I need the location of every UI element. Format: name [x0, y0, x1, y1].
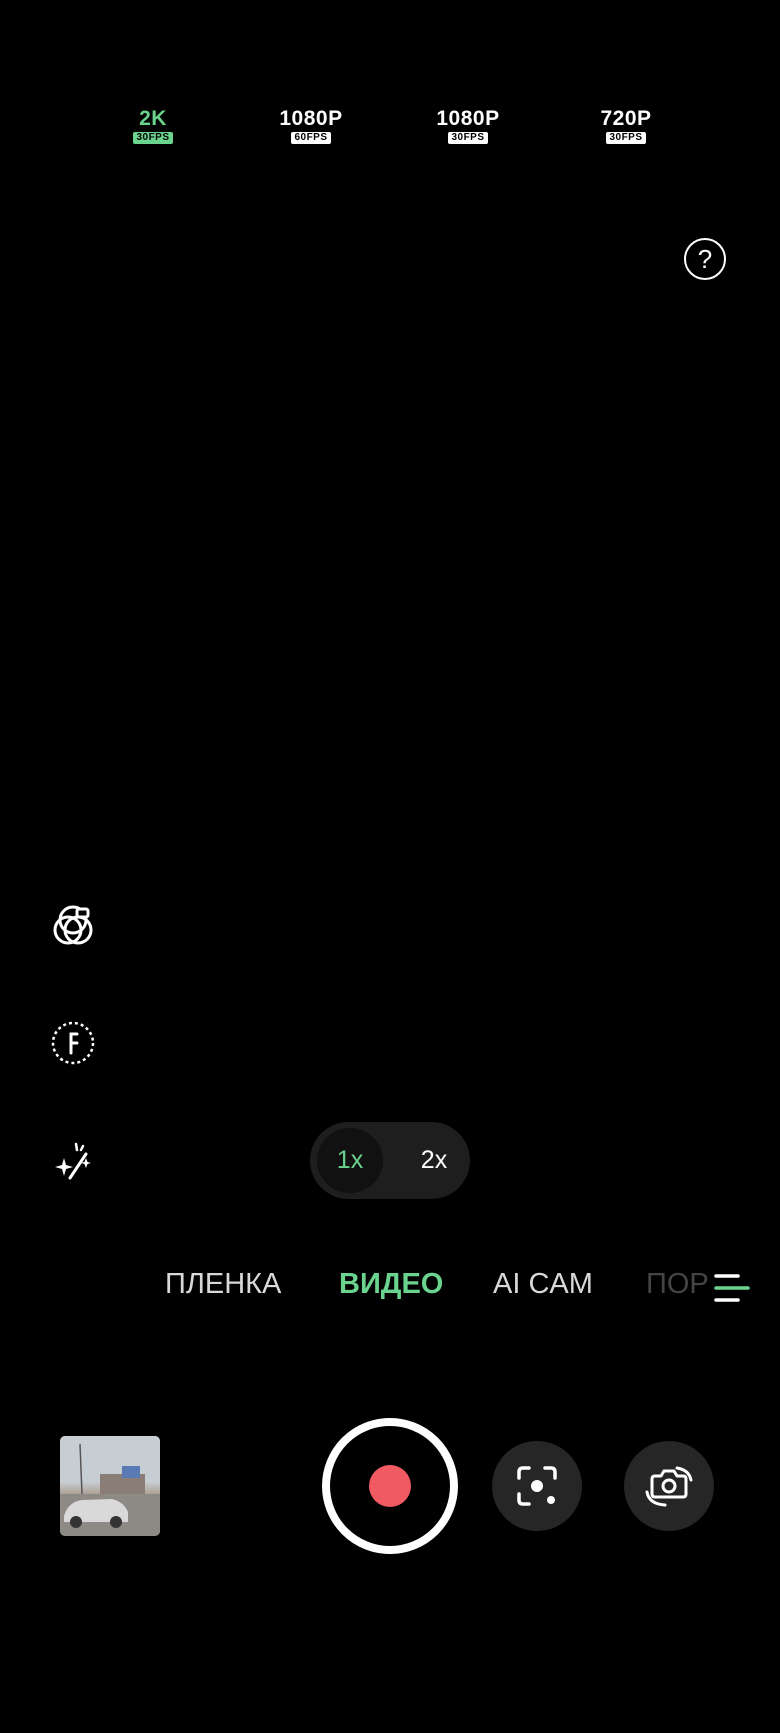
filter-icon[interactable] — [50, 902, 96, 948]
fps-label: 60FPS — [291, 132, 331, 144]
mode-ai-cam[interactable]: AI CAM — [493, 1268, 593, 1301]
gallery-thumbnail[interactable] — [60, 1436, 160, 1536]
switch-camera-button[interactable] — [624, 1441, 714, 1531]
mode-video[interactable]: ВИДЕО — [339, 1268, 443, 1301]
focus-f-icon[interactable] — [50, 1020, 96, 1066]
resolution-label: 1080P — [279, 107, 343, 130]
resolution-720p-30fps[interactable]: 720P 30FPS — [581, 108, 671, 144]
gallery-preview-image — [60, 1436, 160, 1536]
question-icon: ? — [697, 243, 713, 274]
mode-film[interactable]: ПЛЕНКА — [165, 1268, 281, 1301]
fps-label: 30FPS — [606, 132, 646, 144]
resolution-label: 720P — [600, 107, 652, 130]
resolution-2k-30fps[interactable]: 2K 30FPS — [108, 108, 198, 144]
more-modes-icon[interactable] — [710, 1270, 750, 1306]
google-lens-icon — [517, 1466, 557, 1506]
resolution-label: 1080P — [436, 107, 500, 130]
fps-label: 30FPS — [133, 132, 173, 144]
switch-camera-icon — [645, 1466, 693, 1507]
zoom-selector: 1x 2x — [310, 1122, 470, 1199]
google-lens-button[interactable] — [492, 1441, 582, 1531]
help-button[interactable]: ? — [684, 238, 726, 280]
zoom-2x-button[interactable]: 2x — [406, 1128, 462, 1193]
resolution-selector: 2K 30FPS 1080P 60FPS 1080P 30FPS 720P 30… — [0, 108, 780, 158]
beauty-magic-icon[interactable] — [50, 1138, 96, 1184]
resolution-1080p-30fps[interactable]: 1080P 30FPS — [423, 108, 513, 144]
resolution-label: 2K — [139, 107, 167, 130]
resolution-1080p-60fps[interactable]: 1080P 60FPS — [266, 108, 356, 144]
fps-label: 30FPS — [448, 132, 488, 144]
record-button[interactable] — [322, 1418, 458, 1554]
record-dot — [369, 1465, 411, 1507]
mode-selector: ПЛЕНКА ВИДЕО AI CAM ПОР — [0, 1268, 780, 1308]
mode-portrait[interactable]: ПОР — [646, 1268, 709, 1301]
zoom-1x-button[interactable]: 1x — [317, 1128, 383, 1193]
